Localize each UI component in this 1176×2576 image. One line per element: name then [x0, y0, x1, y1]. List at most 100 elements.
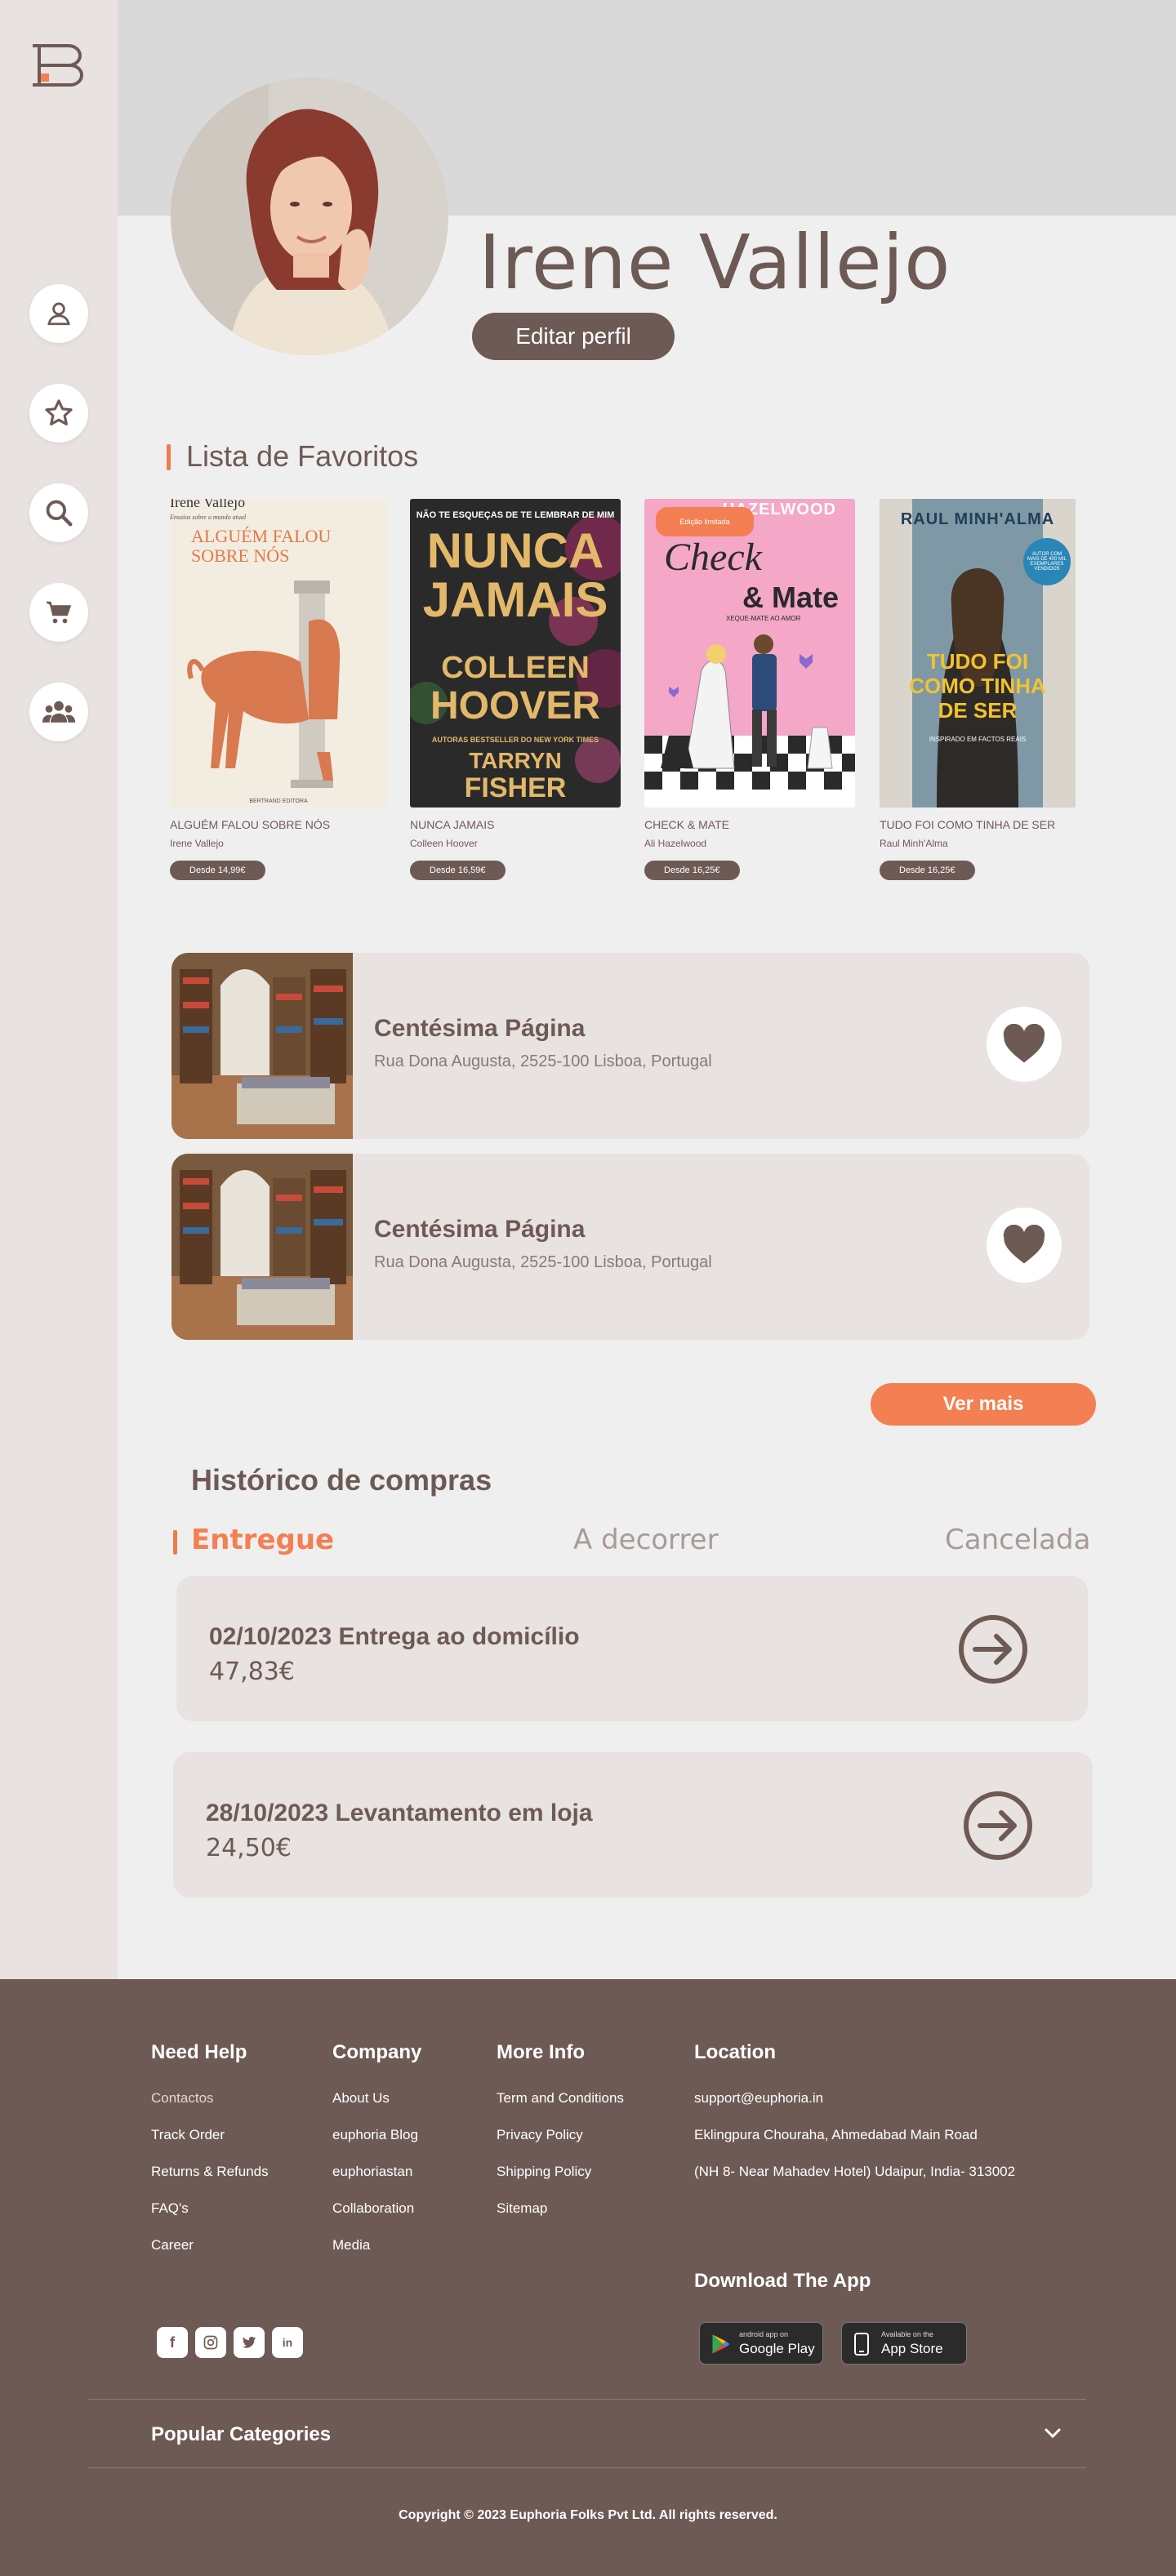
sidebar-item-cart[interactable] [29, 583, 88, 642]
tab-delivered[interactable]: Entregue [191, 1524, 334, 1556]
phone-icon [854, 2333, 869, 2356]
book-cover[interactable]: NÃO TE ESQUEÇAS DE TE LEMBRAR DE MIM NUN… [410, 499, 621, 808]
order-card[interactable]: 02/10/2023 Entrega ao domicílio 47,83€ [176, 1576, 1088, 1721]
footer-link[interactable]: euphoriastan [332, 2164, 421, 2180]
centaur-illustration [187, 581, 341, 788]
store-name: Centésima Página [374, 1015, 586, 1042]
instagram-link[interactable] [195, 2327, 226, 2358]
chevron-down-icon[interactable] [1044, 2427, 1062, 2440]
history-title: Histórico de compras [191, 1463, 492, 1497]
sidebar-item-search[interactable] [29, 483, 88, 542]
book-cover[interactable]: Irene Vallejo Ensaios sobre o mundo atua… [170, 499, 387, 808]
badge-small-text: android app on [739, 2330, 789, 2338]
facebook-icon: f [170, 2334, 175, 2351]
app-store-badge[interactable]: Available on the App Store [841, 2322, 967, 2365]
support-email-link[interactable]: support@euphoria.in [694, 2090, 1015, 2107]
book-title: TUDO FOI COMO TINHA DE SER [880, 818, 1056, 831]
store-card[interactable]: Centésima Página Rua Dona Augusta, 2525-… [172, 953, 1089, 1139]
limited-edition-badge: Edição limitada [656, 507, 754, 536]
favorite-toggle[interactable] [987, 1007, 1062, 1082]
book-author: Irene Vallejo [170, 838, 224, 849]
linkedin-link[interactable]: in [272, 2327, 303, 2358]
sidebar-item-community[interactable] [29, 683, 88, 741]
footer-link[interactable]: Term and Conditions [497, 2090, 624, 2107]
twitter-link[interactable] [234, 2327, 265, 2358]
see-more-button[interactable]: Ver mais [871, 1383, 1096, 1426]
badge-big-text: App Store [881, 2341, 943, 2356]
star-icon [45, 399, 73, 426]
footer-need-help: Need Help Contactos Track Order Returns … [151, 2041, 269, 2274]
book-card[interactable]: RAUL MINH'ALMA AUTOR COM MAIS DE 400 MIL… [880, 499, 1076, 880]
store-name: Centésima Página [374, 1216, 586, 1243]
footer-link[interactable]: euphoria Blog [332, 2127, 421, 2143]
footer-link[interactable]: Returns & Refunds [151, 2164, 269, 2180]
badge-small-text: Available on the [881, 2330, 933, 2338]
arrow-right-circle-icon[interactable] [962, 1790, 1034, 1862]
footer-link[interactable]: Career [151, 2237, 269, 2253]
footer-heading: Company [332, 2041, 422, 2063]
cart-icon [47, 601, 72, 624]
book-price-button[interactable]: Desde 14,99€ [170, 861, 265, 880]
book-author: Raul Minh'Alma [880, 838, 948, 849]
book-title: ALGUÉM FALOU SOBRE NÓS [170, 818, 331, 831]
order-title: 02/10/2023 Entrega ao domicílio [209, 1623, 580, 1650]
book-price-button[interactable]: Desde 16,25€ [644, 861, 740, 880]
footer-heading: Need Help [151, 2041, 247, 2063]
sidebar-item-profile[interactable] [29, 284, 88, 343]
couple-chess-illustration [644, 634, 855, 808]
book-price-button[interactable]: Desde 16,25€ [880, 861, 975, 880]
footer-link[interactable]: Sitemap [497, 2200, 624, 2217]
badge-big-text: Google Play [739, 2341, 815, 2356]
avatar-portrait [171, 78, 448, 355]
order-price: 24,50€ [206, 1834, 292, 1862]
footer-link[interactable]: Media [332, 2237, 421, 2253]
book-title: CHECK & MATE [644, 818, 729, 831]
store-photo [172, 1154, 353, 1340]
footer-divider [88, 2467, 1086, 2468]
instagram-icon [203, 2335, 218, 2350]
brand-logo[interactable] [29, 41, 88, 87]
section-accent [167, 444, 171, 470]
arrow-right-circle-icon[interactable] [957, 1613, 1029, 1685]
book-author: Ali Hazelwood [644, 838, 707, 849]
bestseller-badge: AUTOR COM MAIS DE 400 MIL EXEMPLARES VEN… [1023, 538, 1071, 585]
tab-cancelled[interactable]: Cancelada [945, 1524, 1090, 1556]
book-card[interactable]: HAZELWOOD Edição limitada Check & Mate X… [644, 499, 855, 880]
store-photo [172, 953, 353, 1139]
book-card[interactable]: Irene Vallejo Ensaios sobre o mundo atua… [170, 499, 387, 880]
footer-divider [88, 2399, 1086, 2400]
footer-link[interactable]: Collaboration [332, 2200, 421, 2217]
footer-link[interactable]: About Us [332, 2090, 421, 2107]
download-app-title: Download The App [694, 2270, 871, 2292]
book-cover[interactable]: RAUL MINH'ALMA AUTOR COM MAIS DE 400 MIL… [880, 499, 1076, 808]
store-card[interactable]: Centésima Página Rua Dona Augusta, 2525-… [172, 1154, 1089, 1340]
footer-link[interactable]: Track Order [151, 2127, 269, 2143]
edit-profile-button[interactable]: Editar perfil [472, 313, 675, 360]
footer-link[interactable]: Contactos [151, 2090, 269, 2107]
favorite-toggle[interactable] [987, 1208, 1062, 1283]
footer-more-info: More Info Term and Conditions Privacy Po… [497, 2041, 624, 2237]
twitter-icon [242, 2336, 256, 2348]
book-cover[interactable]: HAZELWOOD Edição limitada Check & Mate X… [644, 499, 855, 808]
facebook-link[interactable]: f [157, 2327, 188, 2358]
group-icon [42, 701, 76, 723]
google-play-icon [712, 2334, 730, 2354]
footer-link[interactable]: Privacy Policy [497, 2127, 624, 2143]
footer-link[interactable]: Shipping Policy [497, 2164, 624, 2180]
sidebar-item-favorites[interactable] [29, 384, 88, 443]
address-line: Eklingpura Chouraha, Ahmedabad Main Road [694, 2127, 978, 2142]
footer-location: Location support@euphoria.in Eklingpura … [694, 2041, 1015, 2200]
favorites-title: Lista de Favoritos [186, 439, 419, 473]
tab-in-progress[interactable]: A decorrer [573, 1524, 719, 1556]
user-icon [47, 302, 70, 326]
order-card[interactable]: 28/10/2023 Levantamento em loja 24,50€ [173, 1752, 1093, 1898]
google-play-badge[interactable]: android app on Google Play [699, 2322, 823, 2365]
book-card[interactable]: NÃO TE ESQUEÇAS DE TE LEMBRAR DE MIM NUN… [410, 499, 621, 880]
avatar [171, 78, 448, 355]
popular-categories-toggle[interactable]: Popular Categories [151, 2423, 331, 2446]
active-tab-indicator [173, 1530, 177, 1555]
book-price-button[interactable]: Desde 16,59€ [410, 861, 506, 880]
footer-heading: More Info [497, 2041, 585, 2063]
footer-link[interactable]: FAQ's [151, 2200, 269, 2217]
copyright: Copyright © 2023 Euphoria Folks Pvt Ltd.… [399, 2508, 777, 2522]
